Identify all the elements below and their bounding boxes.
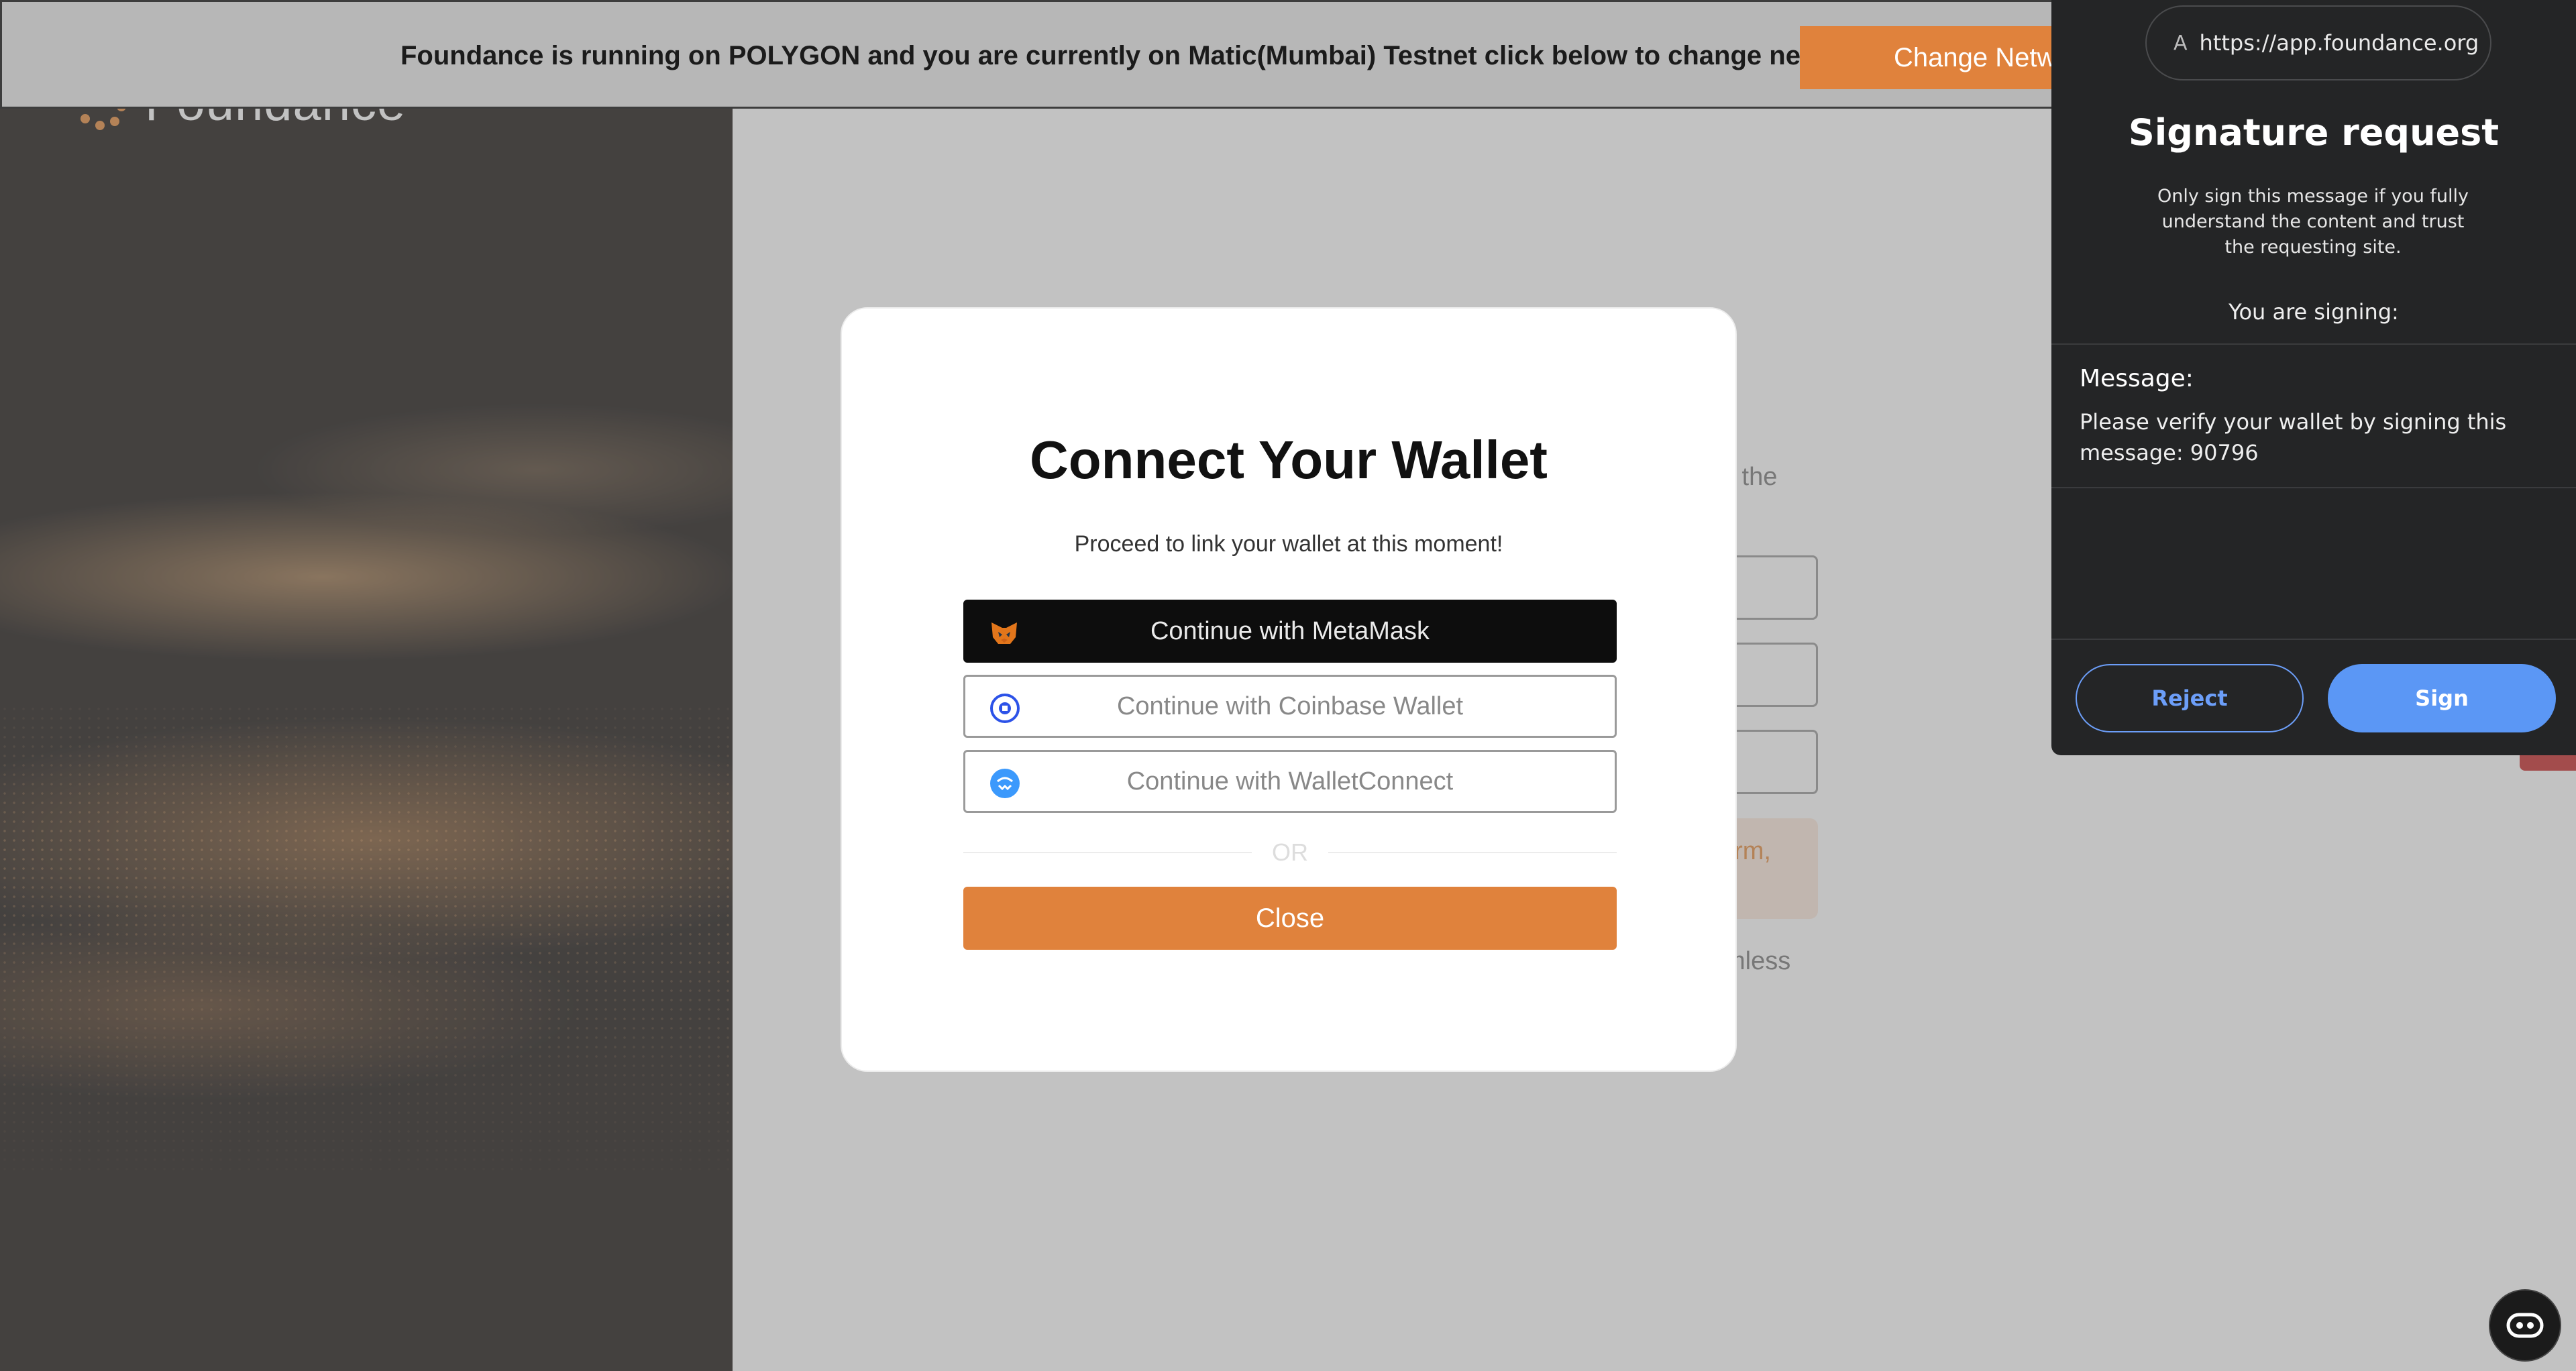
reject-button[interactable]: Reject bbox=[2076, 664, 2304, 732]
metamask-button-label: Continue with MetaMask bbox=[1150, 616, 1430, 645]
or-divider: OR bbox=[963, 838, 1617, 866]
walletconnect-icon bbox=[990, 769, 1020, 798]
message-text: Please verify your wallet by signing thi… bbox=[2080, 409, 2507, 465]
divider bbox=[2051, 487, 2576, 488]
metamask-button[interactable]: Continue with MetaMask bbox=[963, 600, 1617, 663]
signature-warning: Only sign this message if you fully unde… bbox=[2157, 186, 2469, 258]
close-modal-button[interactable]: Close bbox=[963, 887, 1617, 950]
network-banner-message: Foundance is running on POLYGON and you … bbox=[400, 41, 1880, 70]
walletconnect-button-label: Continue with WalletConnect bbox=[1126, 767, 1454, 796]
origin-pill: A https://app.foundance.org bbox=[2145, 5, 2491, 80]
origin-url: https://app.foundance.org bbox=[2199, 30, 2479, 56]
connect-wallet-modal: Connect Your Wallet Proceed to link your… bbox=[841, 307, 1737, 1072]
change-network-button[interactable]: Change Network bbox=[1800, 26, 2082, 89]
site-icon: A bbox=[2174, 31, 2188, 55]
message-label: Message: bbox=[2080, 365, 2194, 392]
chat-icon bbox=[2506, 1313, 2544, 1338]
signing-label: You are signing: bbox=[2229, 299, 2399, 325]
modal-subtitle: Proceed to link your wallet at this mome… bbox=[1074, 531, 1503, 557]
modal-title: Connect Your Wallet bbox=[1030, 430, 1548, 490]
divider bbox=[2051, 639, 2576, 640]
or-divider-text: OR bbox=[1272, 838, 1308, 866]
chat-widget-button[interactable] bbox=[2489, 1289, 2561, 1362]
walletconnect-button[interactable]: Continue with WalletConnect bbox=[963, 750, 1617, 813]
coinbase-icon bbox=[990, 694, 1020, 723]
sign-button[interactable]: Sign bbox=[2328, 664, 2556, 732]
divider bbox=[2051, 343, 2576, 345]
coinbase-wallet-button[interactable]: Continue with Coinbase Wallet bbox=[963, 675, 1617, 738]
metamask-fox-icon bbox=[991, 622, 1017, 644]
coinbase-button-label: Continue with Coinbase Wallet bbox=[1116, 692, 1464, 720]
signature-request-popup: A https://app.foundance.org Signature re… bbox=[2051, 0, 2576, 755]
signature-title: Signature request bbox=[2128, 111, 2500, 154]
